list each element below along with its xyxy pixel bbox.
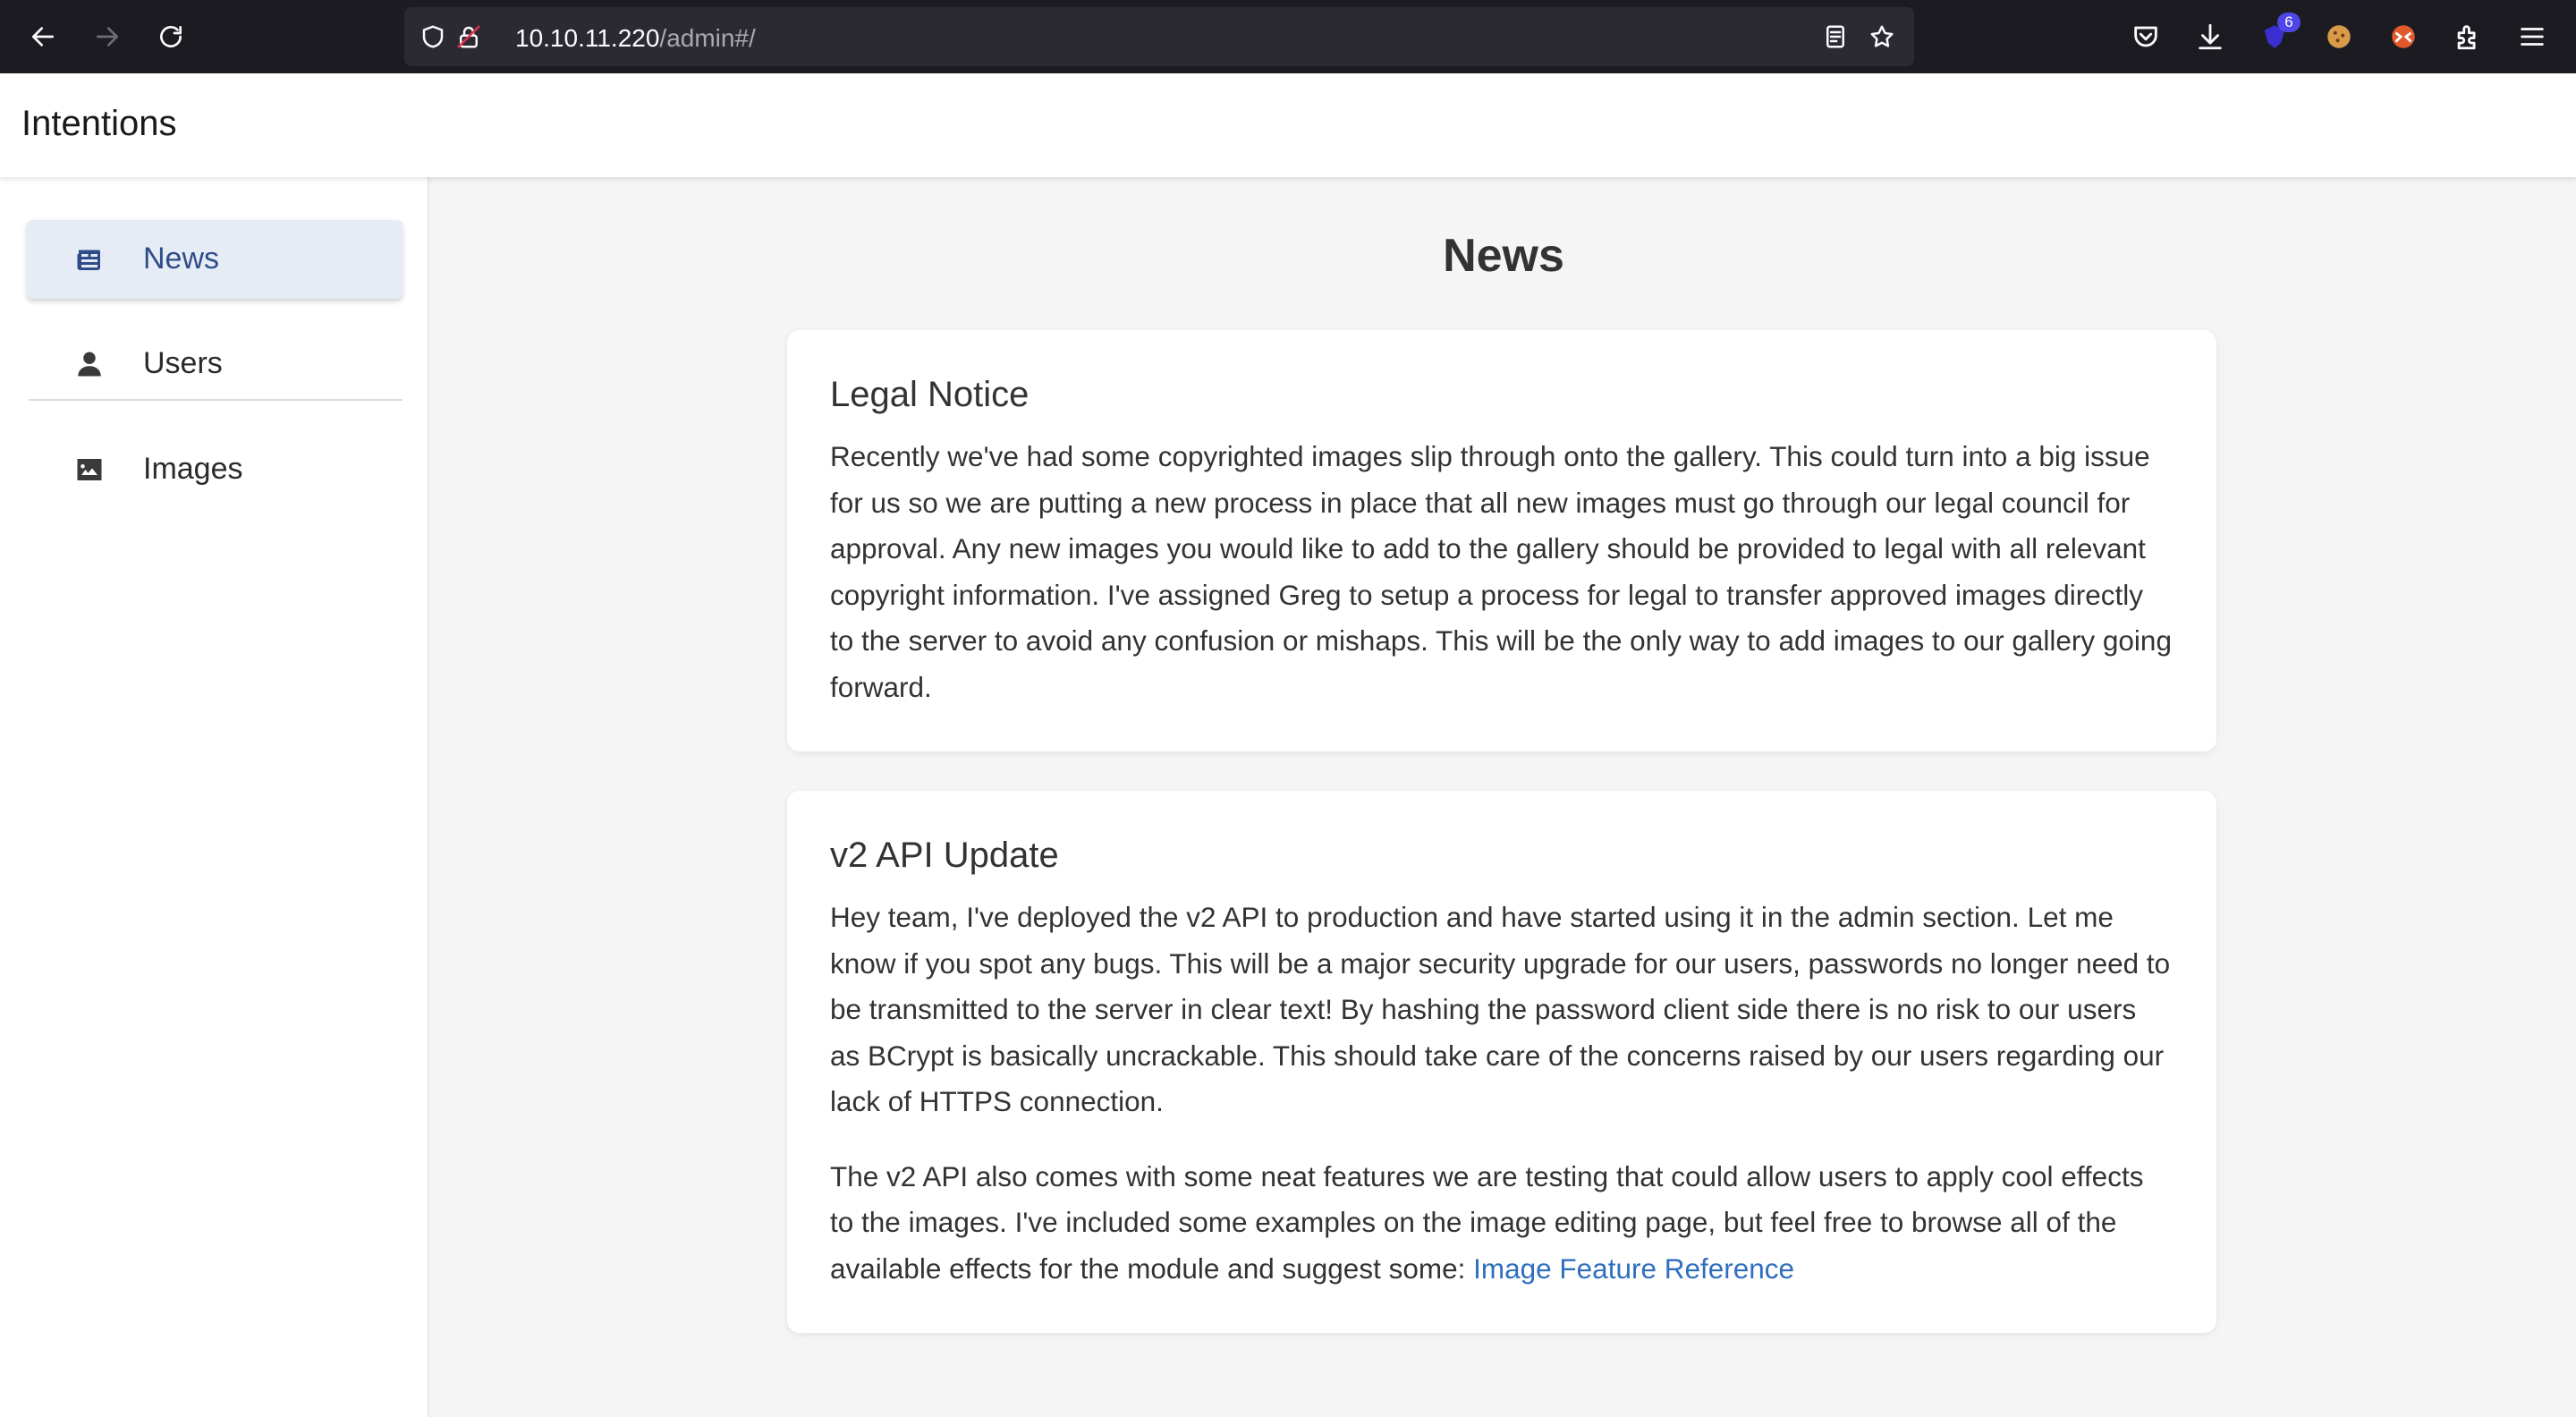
card-title: v2 API Update <box>830 836 1059 875</box>
newspaper-icon <box>72 242 107 277</box>
back-button[interactable] <box>21 14 65 59</box>
pocket-icon[interactable] <box>2127 18 2165 55</box>
sidebar-item-news[interactable]: News <box>27 220 402 299</box>
arrow-right-icon <box>97 27 118 47</box>
lock-icon[interactable] <box>454 22 483 51</box>
url-bar[interactable]: 10.10.11.220/admin#/ <box>404 7 1914 66</box>
sidebar-item-images[interactable]: Images <box>27 430 402 509</box>
reload-button[interactable] <box>148 14 193 59</box>
sidebar-item-label: Images <box>143 452 243 486</box>
app-title[interactable]: Intentions <box>21 104 176 144</box>
card-body: Recently we've had some copyrighted imag… <box>830 440 2172 703</box>
browser-toolbar: 10.10.11.220/admin#/ 6 <box>0 0 2576 73</box>
hamburger-menu-icon[interactable] <box>2513 18 2551 55</box>
cookie-icon[interactable] <box>2320 18 2358 55</box>
sidebar-item-label: Users <box>143 346 223 380</box>
puzzle-icon[interactable] <box>2449 18 2487 55</box>
app-header: Intentions <box>0 73 2576 177</box>
sidebar-item-users[interactable]: Users <box>27 325 402 403</box>
url-text[interactable]: 10.10.11.220/admin#/ <box>515 24 756 53</box>
card-body-with-link: The v2 API also comes with some neat fea… <box>830 1154 2174 1293</box>
forward-button[interactable] <box>85 14 130 59</box>
sidebar: News Users Images <box>0 177 429 1417</box>
image-feature-reference-link[interactable]: Image Feature Reference <box>1473 1252 1794 1285</box>
extension-shield-icon[interactable]: 6 <box>2256 13 2301 55</box>
arrow-left-icon <box>32 27 54 47</box>
card-title: Legal Notice <box>830 375 1030 414</box>
reader-view-icon[interactable] <box>1821 22 1850 51</box>
extension-badge: 6 <box>2277 13 2301 32</box>
news-card-legal-notice: Legal Notice Recently we've had some cop… <box>787 330 2216 751</box>
card-body: Hey team, I've deployed the v2 API to pr… <box>830 901 2171 1117</box>
url-path: /admin#/ <box>659 24 756 52</box>
user-icon <box>72 346 107 382</box>
image-icon <box>72 452 107 488</box>
sidebar-divider <box>29 399 402 401</box>
news-card-v2-api-update: v2 API Update Hey team, I've deployed th… <box>787 791 2216 1333</box>
sidebar-item-label: News <box>143 242 220 276</box>
extension-fox-icon[interactable] <box>2385 18 2422 55</box>
shield-icon[interactable] <box>419 22 447 51</box>
url-host: 10.10.11.220 <box>515 24 660 52</box>
page-title: News <box>1443 230 1564 282</box>
main-content: News Legal Notice Recently we've had som… <box>431 177 2576 1417</box>
reload-icon <box>160 26 182 47</box>
star-icon[interactable] <box>1868 22 1896 51</box>
download-icon[interactable] <box>2191 18 2229 55</box>
